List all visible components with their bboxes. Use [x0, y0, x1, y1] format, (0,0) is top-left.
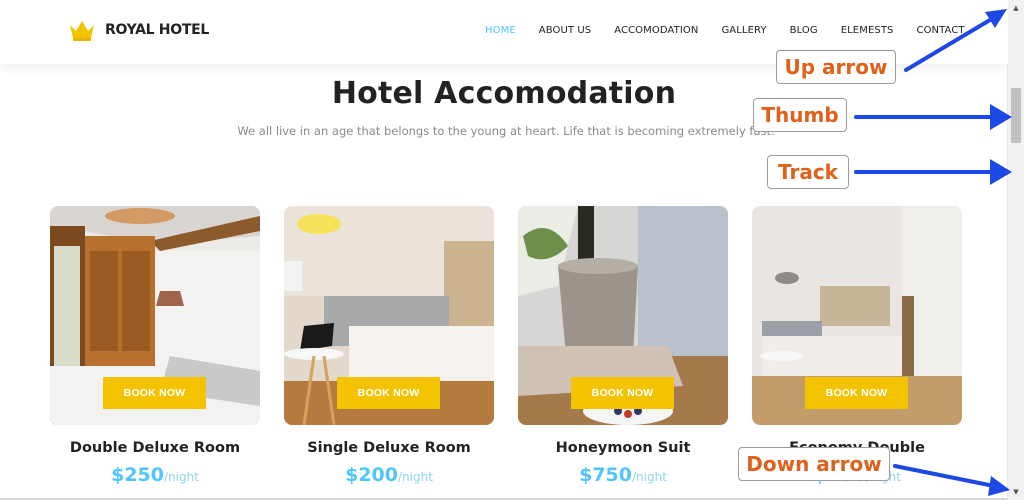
- nav-accomodation[interactable]: ACCOMODATION: [614, 25, 698, 36]
- price-unit: /night: [631, 470, 667, 484]
- room-photo: BOOK NOW: [752, 206, 962, 425]
- book-now-button[interactable]: BOOK NOW: [805, 377, 908, 409]
- room-name: Single Deluxe Room: [307, 440, 471, 456]
- room-photo: BOOK NOW: [50, 206, 260, 425]
- nav-gallery[interactable]: GALLERY: [721, 25, 766, 36]
- book-now-button[interactable]: BOOK NOW: [571, 377, 674, 409]
- book-now-button[interactable]: BOOK NOW: [103, 377, 206, 409]
- room-price: $750/night: [498, 464, 748, 486]
- crown-icon: [70, 21, 94, 41]
- room-price: $250/night: [30, 464, 280, 486]
- room-photo: BOOK NOW: [518, 206, 728, 425]
- price-unit: /night: [163, 470, 199, 484]
- nav-blog[interactable]: BLOG: [790, 25, 818, 36]
- nav-about-us[interactable]: ABOUT US: [539, 25, 591, 36]
- triangle-up-icon: ▲: [1013, 4, 1019, 12]
- book-now-button[interactable]: BOOK NOW: [337, 377, 440, 409]
- main-nav: HOME ABOUT US ACCOMODATION GALLERY BLOG …: [485, 25, 988, 36]
- price-amount: $200: [345, 464, 398, 486]
- callout-up-arrow: Up arrow: [776, 50, 896, 84]
- room-name: Double Deluxe Room: [69, 440, 241, 456]
- price-unit: /night: [397, 470, 433, 484]
- room-price: $200/night: [264, 464, 514, 486]
- scroll-down-arrow[interactable]: ▼: [1008, 484, 1024, 500]
- room-card: BOOK NOW Economy Double $200/night: [752, 206, 962, 486]
- brand-name: ROYAL HOTEL: [105, 22, 209, 38]
- triangle-down-icon: ▼: [1013, 488, 1019, 496]
- room-card: BOOK NOW Honeymoon Suit $750/night: [518, 206, 728, 486]
- room-photo: BOOK NOW: [284, 206, 494, 425]
- nav-home[interactable]: HOME: [485, 25, 516, 36]
- callout-thumb: Thumb: [753, 98, 847, 132]
- vertical-scrollbar[interactable]: ▲ ▼: [1007, 0, 1024, 500]
- callout-track: Track: [767, 155, 849, 189]
- price-amount: $250: [111, 464, 164, 486]
- price-amount: $750: [579, 464, 632, 486]
- room-card: BOOK NOW Double Deluxe Room $250/night: [50, 206, 260, 486]
- nav-elements[interactable]: ELEMESTS: [841, 25, 894, 36]
- room-card: BOOK NOW Single Deluxe Room $200/night: [284, 206, 494, 486]
- logo[interactable]: ROYAL HOTEL: [68, 18, 209, 42]
- scroll-up-arrow[interactable]: ▲: [1008, 0, 1024, 16]
- callout-down-arrow: Down arrow: [738, 447, 890, 481]
- room-name: Honeymoon Suit: [555, 440, 691, 456]
- scroll-thumb[interactable]: [1011, 88, 1021, 143]
- section-subtitle: We all live in an age that belongs to th…: [237, 124, 775, 138]
- nav-contact[interactable]: CONTACT: [916, 25, 964, 36]
